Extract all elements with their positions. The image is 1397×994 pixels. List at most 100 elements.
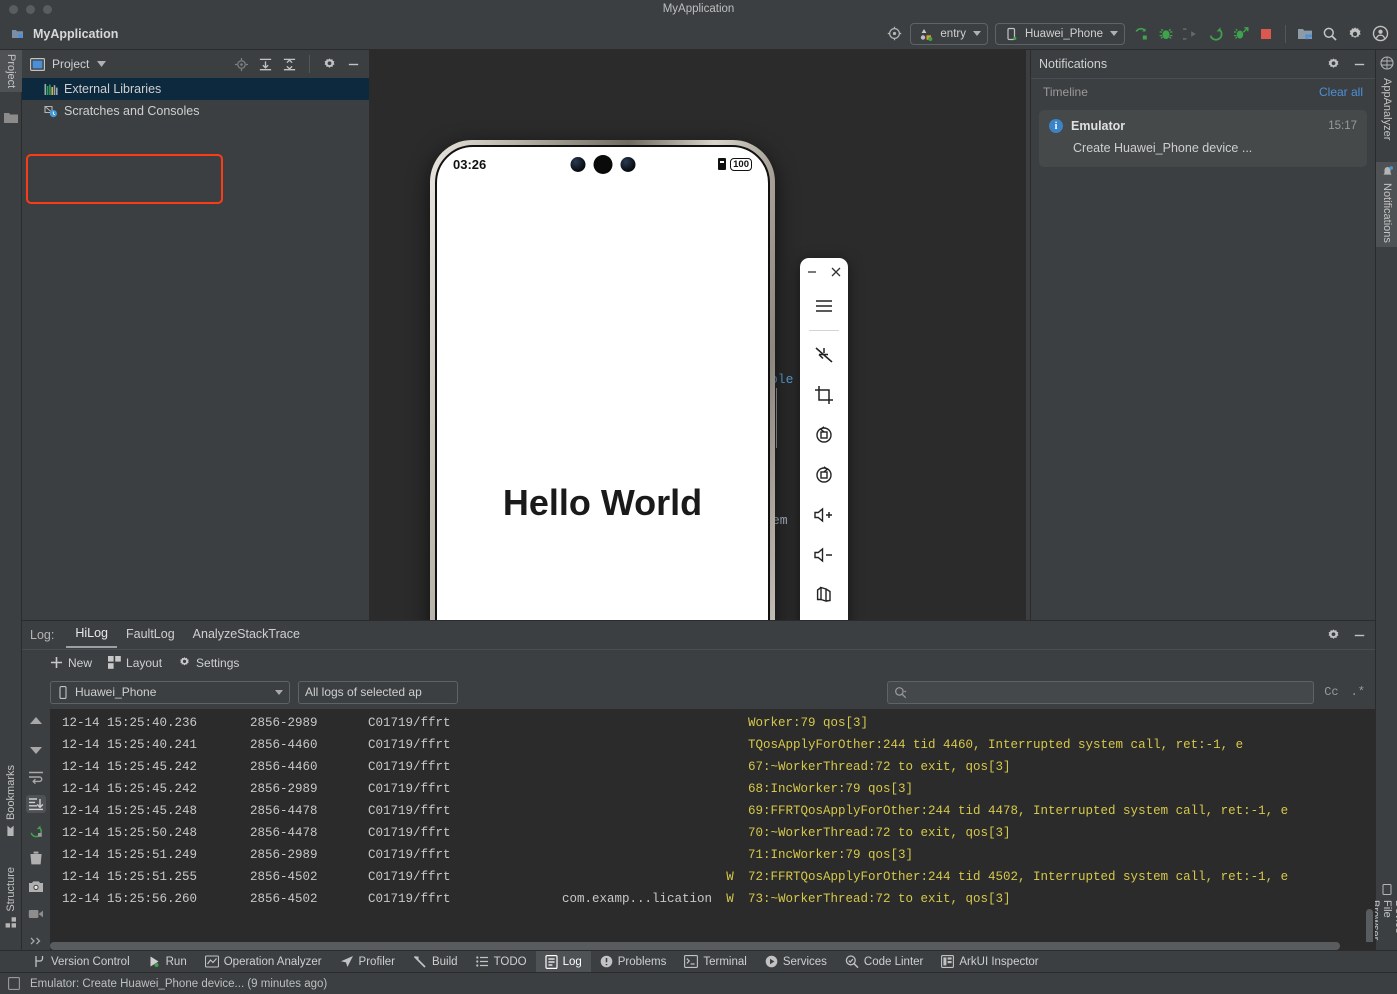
record-video-icon[interactable] (26, 905, 46, 922)
log-row[interactable]: 12-14 15:25:40.236 2856-2989 C01719/ffrt Wo… (50, 712, 1375, 734)
hide-panel-icon[interactable] (346, 57, 361, 72)
bottom-nav-item-services[interactable]: Services (756, 951, 836, 973)
log-device-selector[interactable]: Huawei_Phone (50, 680, 290, 704)
bottom-nav-item-version-control[interactable]: Version Control (24, 951, 139, 973)
bottom-nav-item-terminal[interactable]: Terminal (675, 951, 755, 973)
bottom-nav-item-arkui-inspector[interactable]: ArkUI Inspector (932, 951, 1047, 973)
log-row[interactable]: 12-14 15:25:56.260 2856-4502 C01719/ffrt co… (50, 888, 1375, 910)
bottom-nav-item-run[interactable]: Run (139, 951, 196, 973)
tree-item-external-libraries[interactable]: External Libraries (22, 78, 369, 100)
debug-icon[interactable] (1157, 25, 1175, 43)
device-selector[interactable]: Huawei_Phone (994, 22, 1125, 45)
log-scope-selector[interactable]: All logs of selected ap (298, 680, 458, 704)
bottom-nav-item-build[interactable]: Build (404, 951, 467, 973)
log-row[interactable]: 12-14 15:25:45.242 2856-4460 C01719/ffrt 67… (50, 756, 1375, 778)
hide-panel-icon[interactable] (1352, 628, 1367, 643)
log-timestamp: 12-14 15:25:51.255 (62, 870, 198, 884)
bottom-nav-item-code-linter[interactable]: Code Linter (836, 951, 932, 973)
bottom-nav-item-operation-analyzer[interactable]: Operation Analyzer (196, 951, 331, 973)
search-icon[interactable] (1321, 25, 1339, 43)
scroll-down-icon[interactable] (26, 740, 46, 757)
clear-icon[interactable] (26, 850, 46, 867)
collapse-all-icon[interactable] (282, 57, 297, 72)
restart-icon[interactable] (26, 823, 46, 840)
run-icon[interactable] (1132, 25, 1150, 43)
notification-item-header: i Emulator 15:17 (1049, 119, 1357, 133)
hide-panel-icon[interactable] (1352, 57, 1367, 72)
settings-icon[interactable] (1326, 628, 1341, 643)
expand-all-icon[interactable] (258, 57, 273, 72)
notifications-header-icons (1326, 57, 1367, 72)
clear-all-button[interactable]: Clear all (1319, 85, 1363, 99)
bottom-nav-item-profiler[interactable]: Profiler (331, 951, 404, 973)
tab-faultlog[interactable]: FaultLog (117, 623, 184, 647)
regex-toggle[interactable]: .* (1349, 685, 1367, 699)
log-row[interactable]: 12-14 15:25:40.241 2856-4460 C01719/ffrt TQ… (50, 734, 1375, 756)
log-tag: C01719/ffrt (368, 760, 451, 774)
stop-icon[interactable] (1257, 25, 1275, 43)
settings-icon[interactable] (1326, 57, 1341, 72)
screenshot-crop-icon[interactable] (804, 375, 844, 415)
appanalyzer-glyph-icon[interactable] (1380, 56, 1394, 70)
phone-status-right: 100 (718, 157, 752, 171)
bottom-nav-item-log[interactable]: Log (535, 950, 591, 973)
sidebar-item-structure[interactable]: Structure (0, 863, 22, 932)
profile-debug-icon[interactable] (1232, 25, 1250, 43)
bottom-nav-label: Problems (617, 955, 667, 968)
menu-icon[interactable] (804, 286, 844, 326)
log-row[interactable]: 12-14 15:25:45.248 2856-4478 C01719/ffrt 69… (50, 800, 1375, 822)
log-settings-button[interactable]: Settings (178, 656, 239, 670)
soft-wrap-icon[interactable] (26, 768, 46, 785)
log-tag: C01719/ffrt (368, 716, 451, 730)
rotate-right-icon[interactable] (804, 455, 844, 495)
bottom-nav-item-todo[interactable]: TODO (467, 951, 536, 973)
sidebar-item-appanalyzer[interactable]: AppAnalyzer (1376, 74, 1397, 144)
log-vertical-scrollbar[interactable] (1365, 709, 1375, 950)
screenshot-icon[interactable] (26, 878, 46, 895)
log-output[interactable]: 12-14 15:25:40.236 2856-2989 C01719/ffrt Wo… (50, 709, 1375, 950)
log-row[interactable]: 12-14 15:25:45.242 2856-2989 C01719/ffrt 68… (50, 778, 1375, 800)
more-options-icon[interactable] (26, 933, 46, 950)
new-log-button[interactable]: New (50, 656, 92, 670)
volume-down-icon[interactable] (804, 535, 844, 575)
run-configuration-selector[interactable]: entry (910, 22, 988, 45)
log-search-input[interactable] (887, 680, 1315, 704)
settings-icon[interactable] (322, 57, 337, 72)
close-icon[interactable] (829, 265, 843, 279)
settings-icon[interactable] (1346, 25, 1364, 43)
log-row[interactable]: 12-14 15:25:50.248 2856-4478 C01719/ffrt 70… (50, 822, 1375, 844)
scrollbar-thumb[interactable] (50, 942, 1340, 950)
bottom-nav-item-problems[interactable]: Problems (591, 951, 676, 973)
log-row[interactable]: 12-14 15:25:51.249 2856-2989 C01719/ffrt 71… (50, 844, 1375, 866)
rotate-left-icon[interactable] (804, 415, 844, 455)
account-icon[interactable] (1371, 25, 1389, 43)
sidebar-item-project[interactable]: Project (0, 50, 22, 93)
log-horizontal-scrollbar[interactable] (50, 942, 1375, 950)
minimize-icon[interactable] (805, 265, 819, 279)
fold-device-icon[interactable] (804, 575, 844, 615)
locate-icon[interactable] (234, 57, 249, 72)
project-files-icon[interactable] (4, 112, 18, 124)
device-manager-icon[interactable] (1296, 25, 1314, 43)
sidebar-item-device-file-browser[interactable]: Device File Browser (1369, 880, 1397, 950)
match-case-toggle[interactable]: Cc (1322, 685, 1340, 699)
tab-hilog[interactable]: HiLog (66, 622, 118, 648)
volume-up-icon[interactable] (804, 495, 844, 535)
sidebar-item-notifications[interactable]: Notifications (1376, 162, 1397, 247)
rerun-icon[interactable] (1207, 25, 1225, 43)
power-off-icon[interactable] (804, 335, 844, 375)
layout-icon (108, 656, 121, 669)
mac-titlebar: MyApplication (0, 0, 1397, 18)
tree-item-scratches-and-consoles[interactable]: Scratches and Consoles (22, 100, 369, 122)
sidebar-item-bookmarks[interactable]: Bookmarks (0, 761, 22, 840)
project-panel-dropdown[interactable] (97, 61, 107, 67)
layout-button[interactable]: Layout (108, 656, 162, 670)
tab-analyzestacktrace[interactable]: AnalyzeStackTrace (184, 623, 309, 647)
scroll-up-icon[interactable] (26, 713, 46, 730)
log-row[interactable]: 12-14 15:25:51.255 2856-4502 C01719/ffrt W 7… (50, 866, 1375, 888)
gear-icon (178, 656, 191, 669)
notification-item[interactable]: i Emulator 15:17 Create Huawei_Phone dev… (1039, 110, 1367, 167)
project-name-button[interactable]: MyApplication (9, 25, 118, 43)
target-icon[interactable] (885, 25, 903, 43)
scroll-to-end-icon[interactable] (26, 795, 46, 813)
